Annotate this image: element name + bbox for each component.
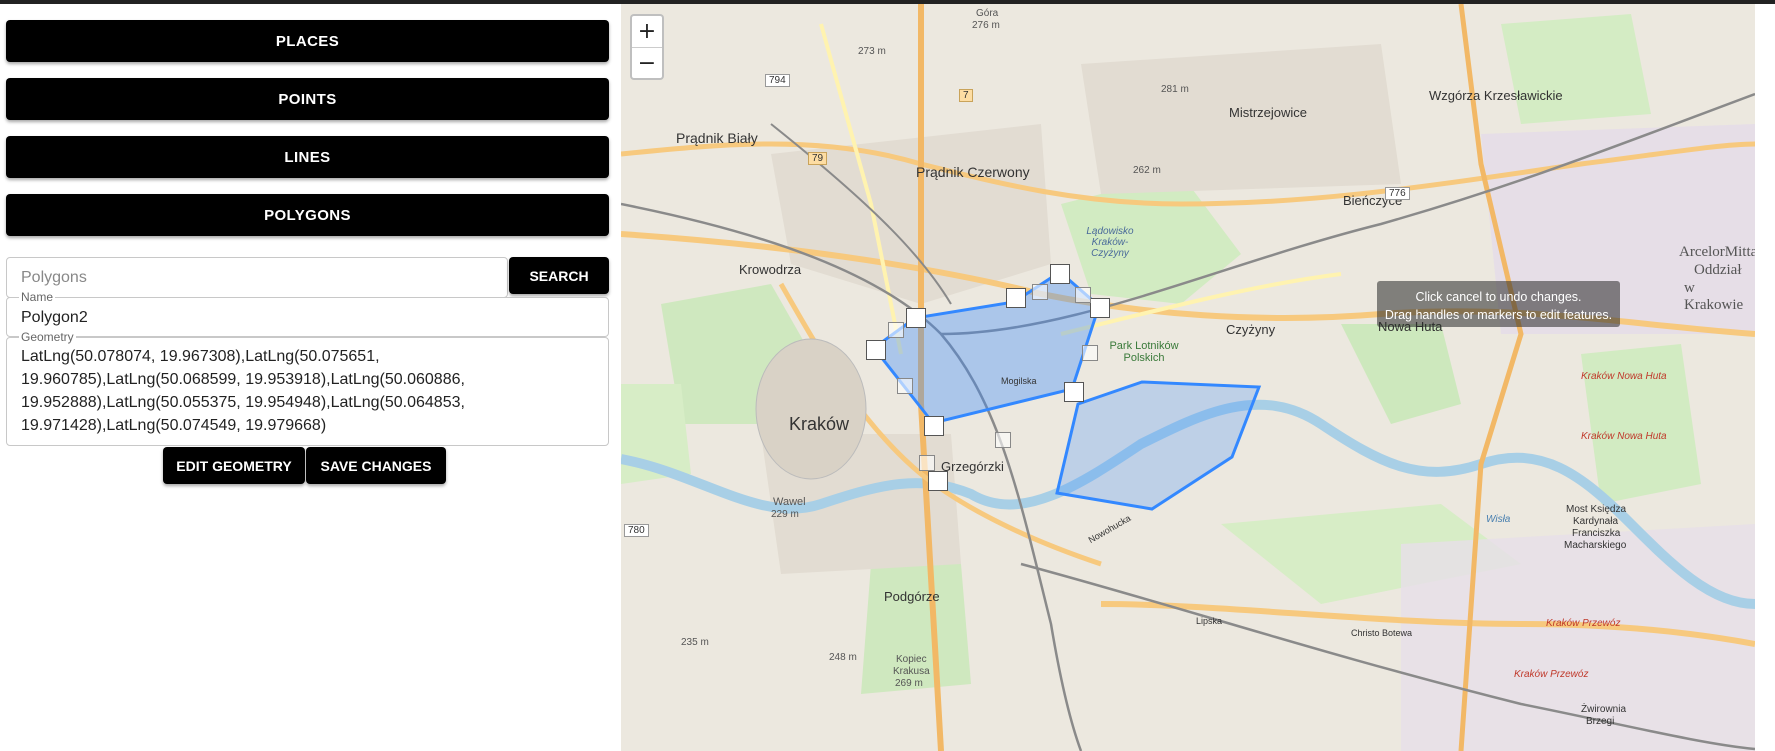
road-shield-79: 79: [808, 152, 828, 165]
map-label-kopiec: Kopiec: [896, 654, 927, 665]
map-label-most-3: Franciszka: [1572, 528, 1621, 539]
geometry-field[interactable]: Geometry LatLng(50.078074, 19.967308),La…: [6, 330, 609, 446]
map-label-park: Park Lotników Polskich: [1109, 340, 1179, 364]
vertex-handle[interactable]: [1090, 298, 1110, 318]
map-label-wzgorza: Wzgórza Krzesławickie: [1429, 88, 1563, 103]
vertex-handle[interactable]: [928, 471, 948, 491]
map-label-wisla: Wisła: [1486, 514, 1511, 525]
map-green-area: [1341, 324, 1461, 424]
map-label-station-nh: Kraków Nowa Huta: [1581, 371, 1667, 382]
edit-geometry-button[interactable]: EDIT GEOMETRY: [163, 447, 305, 484]
road-shield-794: 794: [765, 74, 790, 87]
map-label-273: 273 m: [858, 46, 886, 57]
map-label-station-przewoz-2: Kraków Przewóz: [1514, 669, 1589, 680]
polygons-button[interactable]: POLYGONS: [6, 194, 609, 236]
map-label-mistrzejowice: Mistrzejowice: [1229, 105, 1308, 120]
map-label-arcelor: ArcelorMittal: [1679, 244, 1755, 260]
road-shield-780: 780: [624, 524, 649, 537]
map-label-czyzyny: Czyżyny: [1226, 322, 1276, 337]
map-label-pradnik-bialy: Prądnik Biały: [676, 130, 758, 146]
map-label-gora-elevation: 276 m: [972, 20, 1000, 31]
map-label-pradnik-czerwony: Prądnik Czerwony: [916, 164, 1030, 180]
map-label-262: 262 m: [1133, 165, 1161, 176]
name-label: Name: [19, 290, 56, 304]
points-button[interactable]: POINTS: [6, 78, 609, 120]
map-label-235: 235 m: [681, 637, 709, 648]
map-label-arcelor-2: Oddział: [1694, 262, 1742, 278]
map-label-mogilska: Mogilska: [1001, 376, 1037, 386]
map-label-zwirownia-2: Brzegi: [1586, 716, 1615, 727]
geometry-label: Geometry: [19, 330, 76, 344]
map[interactable]: Kraków Prądnik Biały Prądnik Czerwony Kr…: [621, 4, 1755, 751]
map-label-kopiec-3: 269 m: [895, 678, 923, 689]
name-value: Polygon2: [21, 309, 88, 326]
geometry-value: LatLng(50.078074, 19.967308),LatLng(50.0…: [21, 348, 465, 434]
vertex-handle[interactable]: [1050, 264, 1070, 284]
old-town-area: [755, 338, 867, 480]
save-changes-button[interactable]: SAVE CHANGES: [306, 447, 446, 484]
name-field[interactable]: Name Polygon2: [6, 290, 609, 337]
midpoint-handle[interactable]: [897, 378, 913, 394]
map-label-zwirownia: Żwirownia: [1581, 704, 1627, 715]
vertex-handle[interactable]: [906, 308, 926, 328]
vertex-handle[interactable]: [866, 340, 886, 360]
left-panel: PLACES POINTS LINES POLYGONS SEARCH Name…: [0, 4, 619, 751]
map-label-most: Most Księdza: [1566, 504, 1627, 515]
midpoint-handle[interactable]: [1032, 284, 1048, 300]
search-input[interactable]: [6, 257, 508, 298]
map-label-grzegorzki: Grzegórzki: [941, 459, 1004, 474]
map-label-arcelor-3: w Krakowie: [1684, 280, 1744, 313]
map-label-podgorze: Podgórze: [884, 589, 940, 604]
road-shield-7: 7: [959, 89, 973, 102]
midpoint-handle[interactable]: [919, 455, 935, 471]
map-label-station-nh-2: Kraków Nowa Huta: [1581, 431, 1667, 442]
map-label-281: 281 m: [1161, 84, 1189, 95]
map-label-most-4: Macharskiego: [1564, 540, 1627, 551]
map-label-most-2: Kardynała: [1573, 516, 1619, 527]
map-label-lotnisko: Lądowisko Kraków-Czyżyny: [1086, 226, 1134, 259]
search-button[interactable]: SEARCH: [509, 257, 609, 294]
polygon-1-shape: [1055, 380, 1262, 511]
vertex-handle[interactable]: [924, 416, 944, 436]
midpoint-handle[interactable]: [995, 432, 1011, 448]
map-label-wawel-elevation: 229 m: [771, 509, 799, 520]
map-label-248: 248 m: [829, 652, 857, 663]
map-label-krowodrza: Krowodrza: [739, 262, 802, 277]
edit-tooltip: Click cancel to undo changes. Drag handl…: [1377, 281, 1620, 327]
vertex-handle[interactable]: [1064, 382, 1084, 402]
map-green-area: [1581, 344, 1701, 504]
zoom-control: + −: [630, 14, 664, 80]
map-label-krakow: Kraków: [789, 414, 850, 434]
map-label-wawel: Wawel: [773, 496, 806, 508]
tooltip-line-2: Drag handles or markers to edit features…: [1384, 308, 1613, 322]
map-residential-area: [771, 124, 1051, 304]
midpoint-handle[interactable]: [1075, 287, 1091, 303]
map-green-area: [1501, 14, 1651, 124]
map-label-kopiec-2: Krakusa: [893, 666, 930, 677]
map-label-station-przewoz: Kraków Przewóz: [1546, 618, 1621, 629]
vertex-handle[interactable]: [1006, 288, 1026, 308]
zoom-out-button[interactable]: −: [632, 48, 662, 79]
lines-button[interactable]: LINES: [6, 136, 609, 178]
map-label-lipska: Lipska: [1196, 616, 1223, 626]
places-button[interactable]: PLACES: [6, 20, 609, 62]
map-label-gora: Góra: [976, 8, 999, 19]
midpoint-handle[interactable]: [1082, 345, 1098, 361]
map-label-christo: Christo Botewa: [1351, 628, 1413, 638]
tooltip-line-1: Click cancel to undo changes.: [1415, 290, 1582, 304]
zoom-in-button[interactable]: +: [632, 16, 662, 48]
road-shield-776: 776: [1385, 187, 1410, 200]
midpoint-handle[interactable]: [888, 322, 904, 338]
